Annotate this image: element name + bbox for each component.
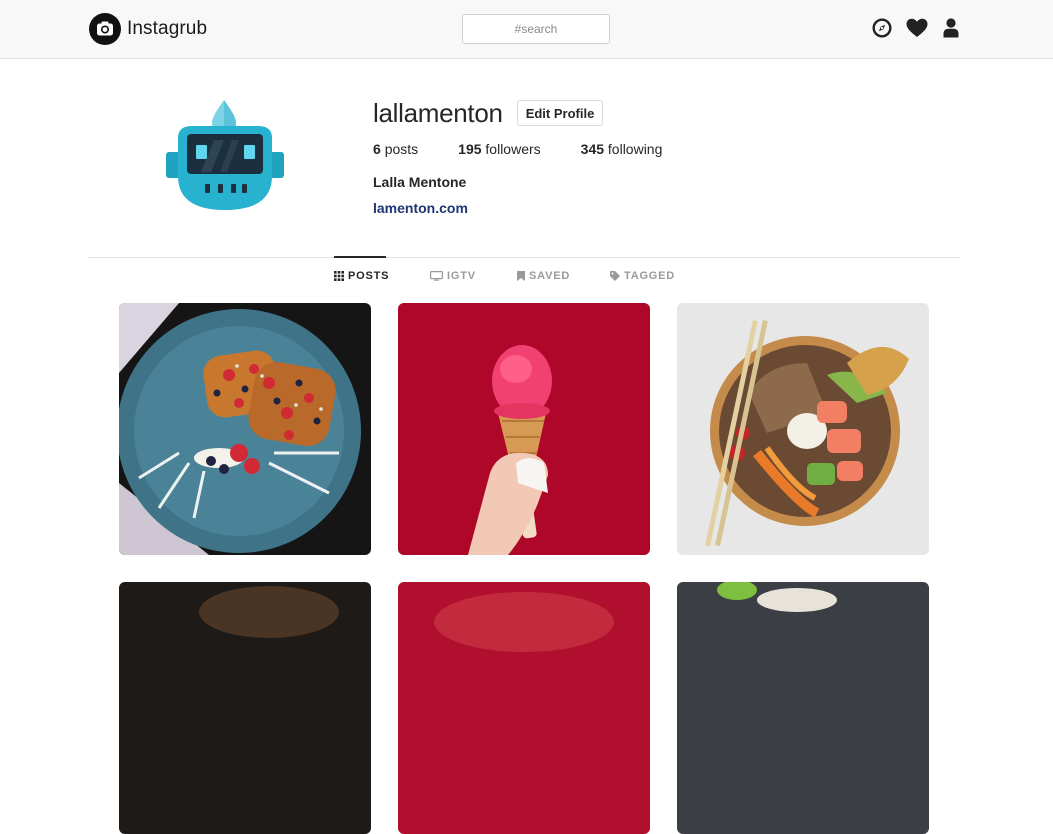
tab-posts[interactable]: POSTS bbox=[334, 270, 389, 282]
tab-posts-label: POSTS bbox=[348, 270, 390, 282]
tag-icon bbox=[610, 271, 620, 281]
post-thumbnail[interactable] bbox=[119, 582, 371, 834]
tab-igtv[interactable]: IGTV bbox=[430, 270, 476, 282]
ice-cream-cone-image bbox=[398, 303, 650, 555]
tabs-divider bbox=[88, 257, 960, 258]
tab-tagged-label: TAGGED bbox=[624, 270, 676, 282]
poke-bowl-image bbox=[677, 303, 929, 555]
salad-bowl-image bbox=[677, 582, 929, 834]
stat-following[interactable]: 345 following bbox=[581, 141, 663, 157]
camera-logo-icon bbox=[89, 13, 121, 45]
french-toast-image bbox=[119, 303, 371, 555]
stat-following-label: following bbox=[607, 141, 663, 157]
active-tab-indicator bbox=[334, 256, 386, 258]
post-thumbnail[interactable] bbox=[677, 303, 929, 555]
stat-followers-label: followers bbox=[485, 141, 541, 157]
robot-avatar bbox=[166, 100, 284, 210]
edit-profile-button[interactable]: Edit Profile bbox=[517, 100, 603, 126]
heart-icon[interactable] bbox=[906, 17, 928, 39]
stat-following-count: 345 bbox=[580, 141, 605, 157]
profile-stats: 6 posts 195 followers 345 following bbox=[373, 141, 702, 157]
stat-followers[interactable]: 195 followers bbox=[458, 141, 541, 157]
post-thumbnail[interactable] bbox=[398, 582, 650, 834]
red-dish-image bbox=[398, 582, 650, 834]
stat-posts-count: 6 bbox=[373, 141, 381, 157]
post-thumbnail[interactable] bbox=[398, 303, 650, 555]
top-navigation-bar: Instagrub bbox=[0, 0, 1053, 59]
user-icon[interactable] bbox=[940, 17, 962, 39]
brand-name: Instagrub bbox=[127, 18, 208, 39]
search-input[interactable] bbox=[462, 14, 610, 44]
profile-username: lallamenton bbox=[373, 98, 503, 128]
stat-followers-count: 195 bbox=[458, 141, 482, 157]
tab-tagged[interactable]: TAGGED bbox=[610, 270, 675, 282]
post-thumbnail[interactable] bbox=[119, 303, 371, 555]
brand[interactable]: Instagrub bbox=[89, 13, 207, 45]
post-thumbnail[interactable] bbox=[677, 582, 929, 834]
profile-website-link[interactable]: lamenton.com bbox=[373, 200, 468, 216]
tv-icon bbox=[430, 271, 443, 281]
compass-icon[interactable] bbox=[871, 17, 893, 39]
tab-saved-label: SAVED bbox=[529, 270, 571, 282]
grid-icon bbox=[334, 271, 344, 281]
stat-posts[interactable]: 6 posts bbox=[373, 141, 418, 157]
bookmark-icon bbox=[517, 271, 525, 281]
profile-full-name: Lalla Mentone bbox=[373, 174, 467, 190]
tab-igtv-label: IGTV bbox=[447, 270, 476, 282]
dark-dish-image bbox=[119, 582, 371, 834]
stat-posts-label: posts bbox=[384, 141, 419, 157]
tab-saved[interactable]: SAVED bbox=[517, 270, 570, 282]
